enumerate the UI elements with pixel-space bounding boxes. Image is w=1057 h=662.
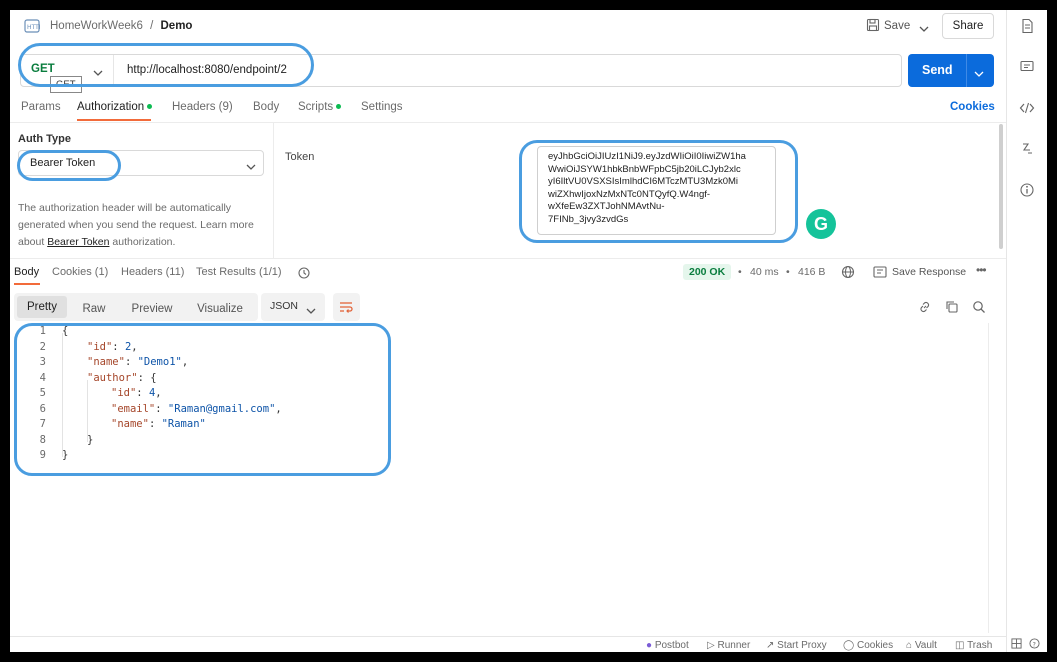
response-tab-body[interactable]: Body	[14, 266, 39, 278]
http-icon: HTTP	[24, 18, 43, 37]
info-icon[interactable]	[1019, 182, 1035, 198]
tab-headers[interactable]: Headers (9)	[172, 101, 233, 113]
vault-button[interactable]: ⌂ Vault	[906, 640, 937, 651]
method-chevron-icon[interactable]	[93, 66, 103, 80]
runner-button[interactable]: ▷ Runner	[707, 640, 750, 651]
related-collections-icon[interactable]	[1019, 141, 1035, 157]
save-button[interactable]: Save	[866, 18, 910, 32]
token-label: Token	[285, 151, 315, 163]
proxy-icon: ↗	[766, 640, 775, 651]
trash-button[interactable]: ◫ Trash	[955, 640, 992, 651]
format-chevron-icon	[306, 304, 316, 318]
method-tooltip: GET	[50, 76, 82, 93]
breadcrumb-request: Demo	[160, 20, 193, 32]
status-bar: ● Postbot ▷ Runner ↗ Start Proxy ◯ Cooki…	[10, 636, 1006, 652]
url-divider	[113, 55, 114, 86]
method-select[interactable]: GET	[31, 63, 55, 75]
format-select[interactable]: JSON	[261, 293, 325, 321]
save-icon	[866, 18, 880, 32]
wrap-lines-button[interactable]	[333, 293, 360, 321]
active-tab-underline	[77, 119, 151, 121]
svg-text:HTTP: HTTP	[27, 24, 40, 31]
copy-icon[interactable]	[945, 300, 959, 317]
breadcrumb: HomeWorkWeek6 / Demo	[50, 20, 193, 32]
vault-icon: ⌂	[906, 640, 913, 651]
view-preview[interactable]: Preview	[123, 297, 181, 321]
authorization-dot	[147, 104, 153, 110]
view-visualize[interactable]: Visualize	[190, 297, 250, 321]
view-pretty[interactable]: Pretty	[17, 296, 67, 318]
tab-body[interactable]: Body	[253, 101, 279, 113]
response-tab-headers[interactable]: Headers (11)	[121, 266, 184, 278]
editor-scroll-track[interactable]	[988, 323, 989, 633]
start-proxy-button[interactable]: ↗ Start Proxy	[766, 640, 827, 651]
share-button[interactable]: Share	[942, 13, 994, 39]
right-sidebar: ?	[1006, 10, 1047, 652]
code-icon[interactable]	[1019, 100, 1035, 116]
auth-type-label: Auth Type	[18, 133, 71, 145]
cookie-icon: ◯	[843, 640, 855, 651]
token-input[interactable]: eyJhbGciOiJIUzI1NiJ9.eyJzdWIiOiI0IiwiZW1…	[537, 146, 776, 235]
save-response-button[interactable]: Save Response	[892, 266, 966, 278]
response-body-editor[interactable]: 1 2 3 4 5 6 7 8 9 { "id": 2, "name": "De…	[10, 323, 990, 633]
trash-icon: ◫	[955, 640, 965, 651]
url-bar: GET http://localhost:8080/endpoint/2	[20, 54, 902, 87]
response-time[interactable]: 40 ms	[750, 266, 779, 278]
svg-text:?: ?	[1032, 640, 1035, 648]
tabs-divider	[10, 122, 1006, 123]
save-response-icon	[873, 266, 887, 281]
response-tab-test-results[interactable]: Test Results (1/1)	[196, 266, 282, 278]
runner-icon: ▷	[707, 640, 715, 651]
auth-type-select[interactable]: Bearer Token	[18, 150, 264, 176]
response-tab-cookies[interactable]: Cookies (1)	[52, 266, 108, 278]
auth-divider	[273, 123, 274, 258]
globe-icon[interactable]	[841, 265, 855, 282]
view-raw[interactable]: Raw	[74, 297, 114, 321]
postbot-button[interactable]: ● Postbot	[646, 640, 689, 651]
tab-settings[interactable]: Settings	[361, 101, 403, 113]
request-scrollbar[interactable]	[999, 124, 1003, 249]
tab-params[interactable]: Params	[21, 101, 61, 113]
help-icon[interactable]: ?	[1029, 638, 1040, 649]
response-active-underline	[14, 283, 40, 285]
url-input[interactable]: http://localhost:8080/endpoint/2	[127, 64, 287, 76]
save-menu-chevron-icon[interactable]	[919, 22, 929, 36]
response-size[interactable]: 416 B	[798, 266, 825, 278]
postman-window: HTTP HomeWorkWeek6 / Demo Save Share GET…	[10, 10, 1047, 652]
more-options-icon[interactable]: •••	[976, 263, 987, 277]
send-button[interactable]: Send	[908, 54, 994, 87]
postbot-icon: ●	[646, 640, 653, 651]
auth-type-chevron-icon	[246, 160, 256, 174]
send-chevron-icon[interactable]	[974, 67, 984, 81]
breadcrumb-collection[interactable]: HomeWorkWeek6	[50, 20, 143, 32]
search-icon[interactable]	[972, 300, 986, 317]
comments-icon[interactable]	[1019, 59, 1035, 75]
documentation-icon[interactable]	[1019, 18, 1035, 34]
auth-description: The authorization header will be automat…	[18, 202, 254, 248]
tab-authorization[interactable]: Authorization	[77, 101, 153, 113]
grammarly-icon[interactable]: G	[806, 209, 836, 239]
status-badge[interactable]: 200 OK	[683, 264, 732, 280]
cookies-link[interactable]: Cookies	[950, 101, 995, 113]
tab-scripts[interactable]: Scripts	[298, 101, 342, 113]
history-icon[interactable]	[297, 266, 311, 283]
bearer-token-link[interactable]: Bearer Token	[47, 236, 109, 248]
scripts-dot	[336, 104, 342, 110]
link-icon[interactable]	[918, 300, 932, 317]
pane-divider	[10, 258, 1006, 259]
wrap-lines-icon	[340, 302, 353, 313]
layout-icon[interactable]	[1011, 638, 1022, 649]
footer-cookies-button[interactable]: ◯ Cookies	[843, 640, 893, 651]
